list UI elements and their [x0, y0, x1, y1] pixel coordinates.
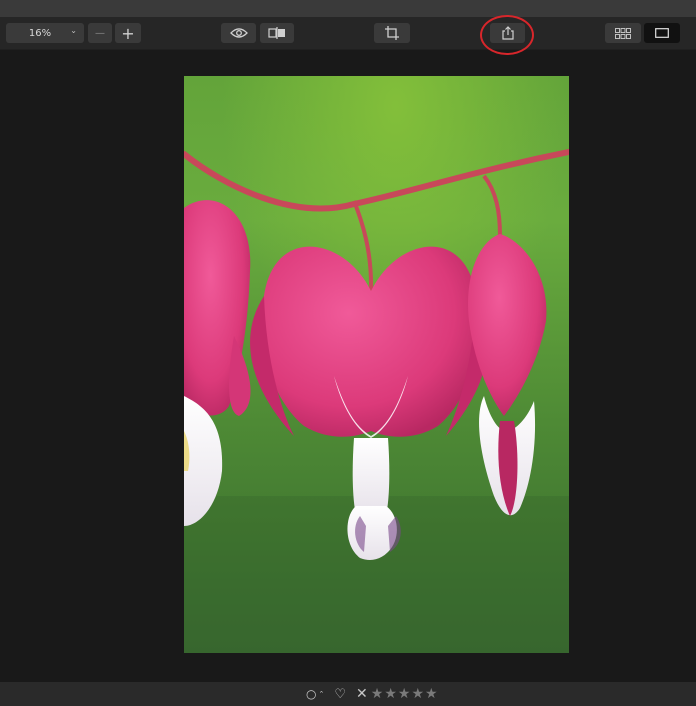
- split-compare-icon: [268, 27, 285, 39]
- zoom-in-button[interactable]: +: [115, 23, 141, 43]
- share-icon: [501, 26, 514, 40]
- rating-controls: ○ ⌃ ♡ ✕ ★ ★ ★ ★ ★: [306, 682, 439, 706]
- star-2-icon[interactable]: ★: [384, 686, 397, 702]
- crop-icon: [385, 26, 399, 40]
- zoom-out-button[interactable]: —: [88, 23, 112, 43]
- star-1-icon[interactable]: ★: [371, 686, 384, 702]
- grid-icon: [615, 27, 631, 39]
- preview-button[interactable]: [221, 23, 256, 43]
- chevron-down-icon: ⌄: [70, 26, 77, 35]
- photo-editor-window: 16% ⌄ — + ○ ⌃ ♡ ✕ ★ ★ ★ ★ ★: [0, 0, 696, 706]
- eye-icon: [229, 28, 248, 38]
- title-bar: [0, 0, 696, 17]
- share-button[interactable]: [490, 23, 525, 43]
- bleeding-heart-photo: [184, 76, 569, 653]
- grid-view-button[interactable]: [605, 23, 641, 43]
- star-5-icon[interactable]: ★: [425, 686, 438, 702]
- photo-canvas[interactable]: [184, 76, 569, 653]
- color-label-icon[interactable]: ○: [306, 687, 316, 701]
- heart-icon[interactable]: ♡: [334, 687, 346, 702]
- reject-icon[interactable]: ✕: [356, 686, 368, 702]
- crop-button[interactable]: [374, 23, 410, 43]
- single-view-button[interactable]: [644, 23, 680, 43]
- single-view-icon: [655, 28, 669, 38]
- top-toolbar: 16% ⌄ — +: [0, 17, 696, 50]
- zoom-value: 16%: [28, 27, 52, 39]
- plus-icon: +: [121, 23, 135, 43]
- star-3-icon[interactable]: ★: [398, 686, 411, 702]
- bottom-rating-bar: ○ ⌃ ♡ ✕ ★ ★ ★ ★ ★: [0, 682, 696, 706]
- zoom-select[interactable]: 16% ⌄: [6, 23, 84, 43]
- chevron-up-icon[interactable]: ⌃: [318, 690, 324, 698]
- minus-icon: —: [95, 27, 105, 39]
- star-4-icon[interactable]: ★: [411, 686, 424, 702]
- compare-button[interactable]: [260, 23, 294, 43]
